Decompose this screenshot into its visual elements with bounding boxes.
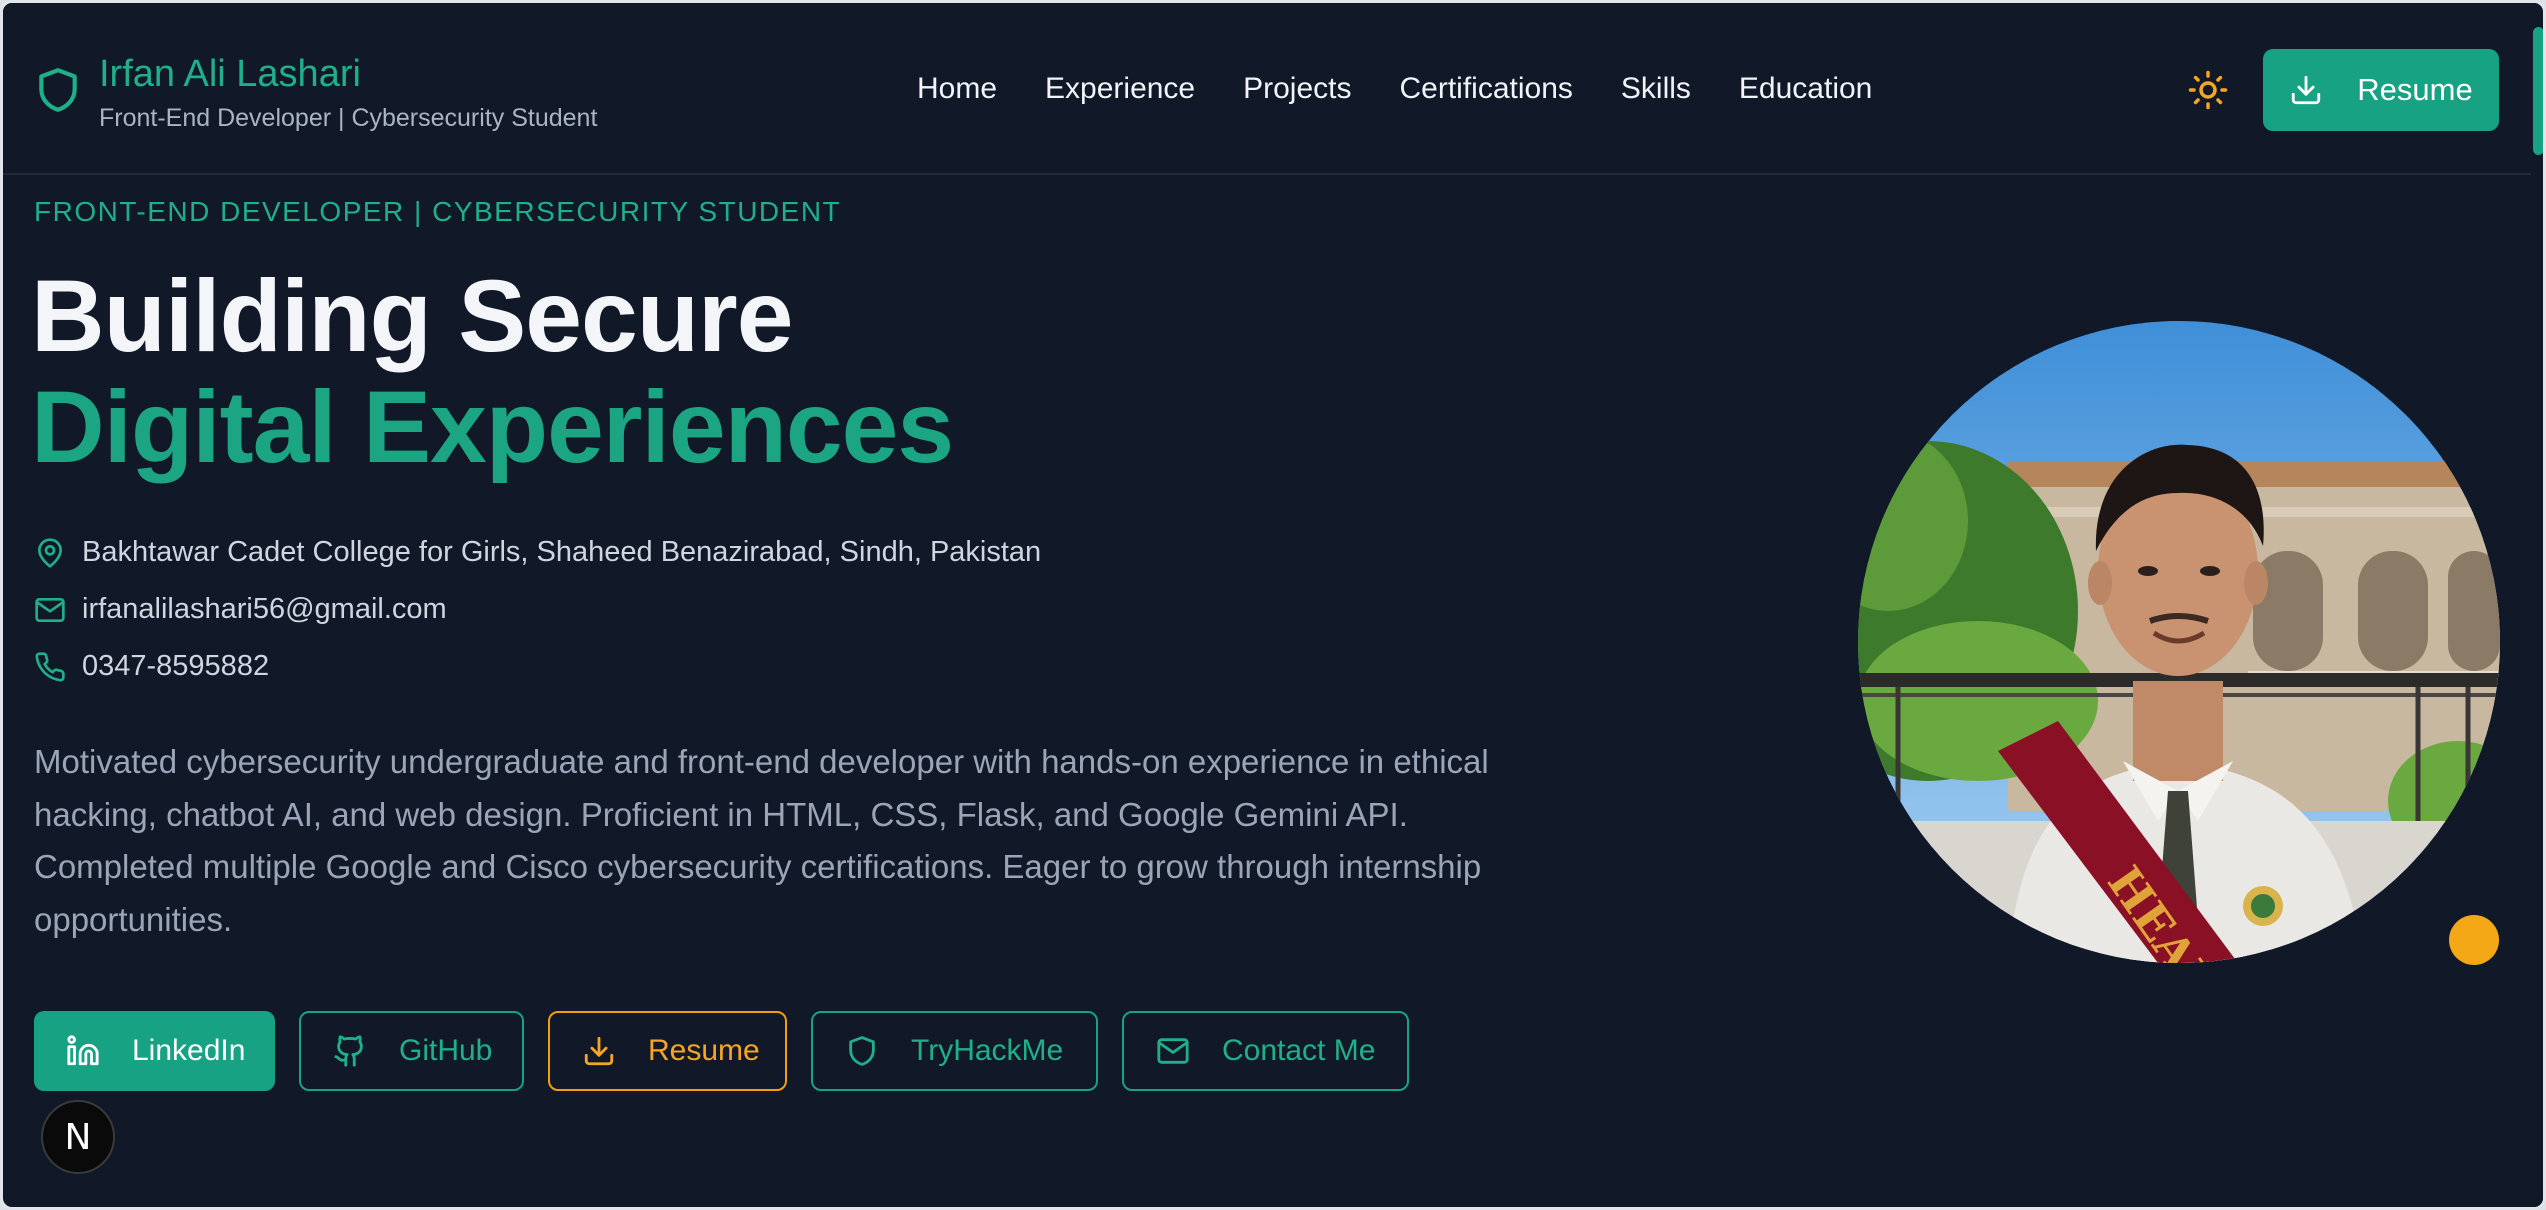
tryhackme-button[interactable]: TryHackMe xyxy=(811,1011,1098,1091)
profile-photo: HEAD xyxy=(1858,321,2500,963)
phone-text: 0347-8595882 xyxy=(82,650,270,682)
contact-me-button[interactable]: Contact Me xyxy=(1122,1011,1409,1091)
map-pin-icon xyxy=(38,537,62,568)
linkedin-button[interactable]: LinkedIn xyxy=(34,1011,275,1091)
location-text: Bakhtawar Cadet College for Girls, Shahe… xyxy=(82,536,1042,568)
download-icon xyxy=(584,1036,614,1066)
nav-skills[interactable]: Skills xyxy=(1621,65,1691,113)
brand[interactable]: Irfan Ali Lashari Front-End Developer | … xyxy=(33,51,597,135)
scrollbar[interactable] xyxy=(2531,3,2543,1207)
nav-projects[interactable]: Projects xyxy=(1243,65,1351,113)
nav-home[interactable]: Home xyxy=(917,65,997,113)
phone-icon xyxy=(35,651,65,682)
top-navbar: Irfan Ali Lashari Front-End Developer | … xyxy=(3,3,2531,175)
location-row: Bakhtawar Cadet College for Girls, Shahe… xyxy=(34,536,1041,569)
email-text: irfanalilashari56@gmail.com xyxy=(82,593,447,625)
resume-button-label: Resume xyxy=(2357,72,2473,107)
github-icon xyxy=(334,1035,363,1067)
main-nav: Home Experience Projects Certifications … xyxy=(917,65,1920,113)
scrollbar-thumb[interactable] xyxy=(2533,27,2543,155)
tryhackme-label: TryHackMe xyxy=(911,1034,1064,1067)
sun-icon[interactable] xyxy=(2187,69,2229,111)
resume-label: Resume xyxy=(648,1034,760,1067)
shield-icon xyxy=(39,68,77,112)
brand-tagline: Front-End Developer | Cybersecurity Stud… xyxy=(99,104,598,132)
phone-row[interactable]: 0347-8595882 xyxy=(34,650,269,683)
hero-eyebrow: FRONT-END DEVELOPER | CYBERSECURITY STUD… xyxy=(34,196,842,227)
nav-certifications[interactable]: Certifications xyxy=(1400,65,1573,113)
contact-me-label: Contact Me xyxy=(1222,1034,1376,1067)
status-dot xyxy=(2449,915,2499,965)
linkedin-label: LinkedIn xyxy=(132,1034,246,1067)
shield-icon xyxy=(849,1036,875,1066)
linkedin-icon xyxy=(67,1035,99,1066)
mail-icon xyxy=(1157,1038,1189,1064)
hero-summary: Motivated cybersecurity undergraduate an… xyxy=(34,743,1489,938)
github-button[interactable]: GitHub xyxy=(299,1011,524,1091)
resume-download-button[interactable]: Resume xyxy=(2263,49,2499,131)
resume-button[interactable]: Resume xyxy=(548,1011,787,1091)
github-label: GitHub xyxy=(399,1034,493,1067)
hero-title-line2: Digital Experiences xyxy=(31,370,954,484)
nextjs-dev-badge[interactable]: N xyxy=(41,1100,115,1174)
nav-education[interactable]: Education xyxy=(1739,65,1872,113)
brand-name: Irfan Ali Lashari xyxy=(99,53,361,95)
nav-experience[interactable]: Experience xyxy=(1045,65,1195,113)
email-row[interactable]: irfanalilashari56@gmail.com xyxy=(34,593,447,626)
profile-photo-illustration: HEAD xyxy=(1858,321,2500,963)
hero-title-line1: Building Secure xyxy=(31,259,793,373)
download-icon xyxy=(2292,75,2321,105)
app-window: Irfan Ali Lashari Front-End Developer | … xyxy=(0,0,2546,1210)
mail-icon xyxy=(35,597,65,622)
